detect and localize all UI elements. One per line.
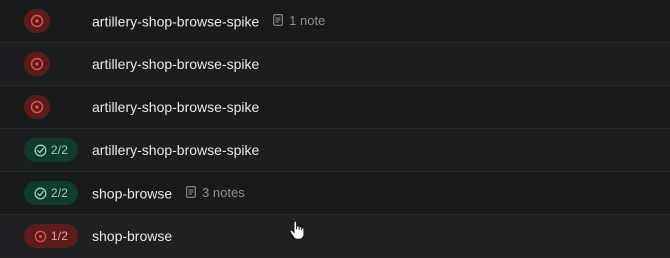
test-run-name[interactable]: artillery-shop-browse-spike: [92, 99, 259, 115]
test-run-name[interactable]: shop-browse 3 notes: [92, 185, 245, 202]
pass-count: 1/2: [50, 229, 69, 243]
test-run-name[interactable]: artillery-shop-browse-spike: [92, 56, 259, 72]
failed-target-icon: [34, 230, 47, 242]
test-run-name[interactable]: artillery-shop-browse-spike: [92, 142, 259, 158]
failed-target-icon: [30, 14, 44, 28]
test-run-row[interactable]: artillery-shop-browse-spike 1 note: [0, 0, 670, 43]
notes-count: 3 notes: [202, 184, 245, 200]
check-circle-icon: [34, 144, 47, 156]
passed-status-badge: 2/2: [24, 138, 78, 162]
failed-status-badge: [24, 52, 50, 76]
test-run-row[interactable]: artillery-shop-browse-spike: [0, 43, 670, 86]
failed-target-icon: [30, 100, 44, 114]
note-icon: [273, 14, 284, 27]
test-run-name[interactable]: artillery-shop-browse-spike 1 note: [92, 13, 325, 30]
pass-count: 2/2: [50, 186, 69, 200]
test-run-row[interactable]: 2/2 artillery-shop-browse-spike: [0, 129, 670, 172]
failed-status-badge: [24, 95, 50, 119]
pass-count: 2/2: [50, 143, 69, 157]
failed-target-icon: [30, 57, 44, 71]
notes-count: 1 note: [289, 12, 326, 28]
notes-indicator[interactable]: 3 notes: [186, 185, 245, 200]
test-run-list: artillery-shop-browse-spike 1 note artil…: [0, 0, 670, 258]
failed-status-badge: [24, 9, 50, 33]
passed-status-badge: 2/2: [24, 181, 78, 205]
note-icon: [186, 186, 196, 199]
notes-indicator[interactable]: 1 note: [273, 13, 325, 28]
test-run-row[interactable]: 2/2 shop-browse 3 notes: [0, 172, 670, 215]
check-circle-icon: [34, 187, 47, 199]
test-run-name[interactable]: shop-browse: [92, 228, 172, 244]
test-run-row[interactable]: artillery-shop-browse-spike: [0, 86, 670, 129]
failed-status-badge: 1/2: [24, 224, 78, 248]
